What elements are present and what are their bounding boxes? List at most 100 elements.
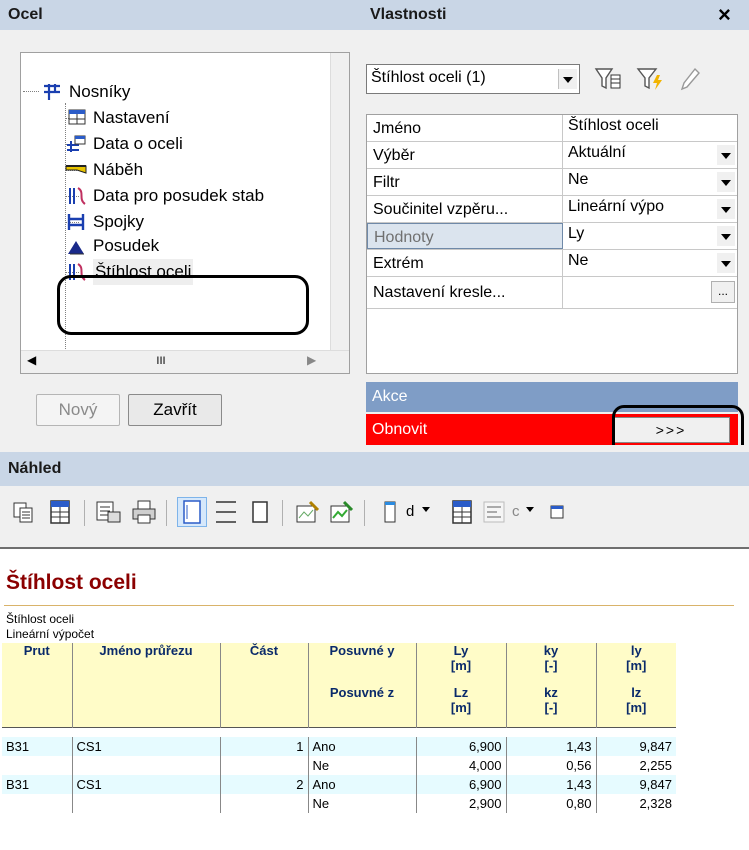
property-row-soucinitel-vzperu[interactable]: Součinitel vzpěru... Lineární výpo: [367, 196, 737, 223]
header-label: ky: [543, 643, 559, 658]
page-layout-icon[interactable]: [177, 497, 207, 527]
filter-lightning-icon[interactable]: [636, 66, 664, 92]
column-header-prut: Prut: [2, 643, 73, 685]
toolbar-separator: [84, 500, 85, 526]
table-row[interactable]: B31 CS1 2 Ano 6,900 1,43 9,847: [2, 775, 676, 794]
tree-vertical-scrollbar[interactable]: [330, 53, 349, 353]
property-value[interactable]: Ly: [565, 223, 737, 249]
table-row[interactable]: B31 CS1 1 Ano 6,900 1,43 9,847: [2, 737, 676, 756]
property-row-filtr[interactable]: Filtr Ne: [367, 169, 737, 196]
haunch-icon: [65, 165, 87, 174]
steel-tree[interactable]: Nosníky Nastavení Data o oceli Náběh Dat…: [20, 52, 350, 374]
property-row-extrem[interactable]: Extrém Ne: [367, 250, 737, 277]
property-value[interactable]: Ne: [565, 250, 737, 276]
property-value[interactable]: Ne: [565, 169, 737, 195]
cell-l: 9,847: [639, 739, 672, 754]
close-button[interactable]: Zavřít: [128, 394, 222, 426]
check-icon: [68, 241, 84, 255]
ellipsis-button[interactable]: ...: [711, 281, 735, 303]
edit-image-icon[interactable]: [294, 498, 322, 526]
toolbar-separator: [282, 500, 283, 526]
report-title: Štíhlost oceli: [6, 571, 137, 594]
chevron-down-icon[interactable]: [717, 253, 735, 273]
cell-L: 6,900: [416, 737, 507, 756]
style-combo[interactable]: d: [402, 500, 438, 526]
properties-panel-title: Vlastnosti: [362, 0, 749, 30]
column-header-iz: lz [m]: [596, 685, 676, 727]
cell-l: 9,847: [639, 777, 672, 792]
properties-grid: Jméno Štíhlost oceli Výběr Aktuální Filt…: [366, 114, 738, 374]
column-header-ly: Ly [m]: [416, 643, 507, 685]
cell-k: 0,56: [506, 756, 597, 775]
report-method: Lineární výpočet: [6, 627, 95, 641]
beam-structure-icon: [44, 84, 60, 100]
cell-cast: [220, 756, 309, 775]
blank-page-icon[interactable]: [246, 498, 274, 526]
pencil-icon[interactable]: [678, 66, 702, 92]
cell-jmeno: CS1: [72, 737, 221, 756]
property-row-jmeno[interactable]: Jméno Štíhlost oceli: [367, 115, 737, 142]
document-table-icon[interactable]: [46, 498, 74, 526]
header-label: kz: [544, 685, 558, 700]
chevron-down-icon[interactable]: [422, 507, 430, 512]
connectors-icon: [67, 214, 85, 230]
select-filter-icon[interactable]: [594, 66, 622, 92]
cell-k: 1,43: [506, 737, 597, 756]
annotation-highlight: [57, 275, 309, 335]
preview-panel-title: Náhled: [0, 452, 749, 486]
chevron-down-icon[interactable]: [526, 507, 534, 512]
report-subtitle: Štíhlost oceli: [6, 612, 75, 626]
property-row-nastaveni-kresleni[interactable]: Nastavení kresle... ...: [367, 277, 737, 309]
column-header-iy: ly [m]: [596, 643, 676, 685]
scroll-right-arrow-icon[interactable]: ▶: [307, 353, 316, 367]
layout-combo[interactable]: c: [508, 500, 542, 526]
property-row-vyber[interactable]: Výběr Aktuální: [367, 142, 737, 169]
header-unit: [m]: [626, 700, 647, 715]
table-spacer: [2, 727, 676, 737]
chevron-down-icon[interactable]: [558, 69, 577, 89]
tree-horizontal-scrollbar[interactable]: ◀ III ▶: [21, 350, 349, 373]
chevron-down-icon[interactable]: [717, 226, 735, 246]
cell-cast: 1: [220, 737, 309, 756]
header-label: Lz: [453, 685, 469, 700]
selected-object-label: Štíhlost oceli (1): [371, 69, 486, 86]
property-value[interactable]: Aktuální: [565, 142, 737, 168]
column-layout-icon[interactable]: [376, 498, 404, 526]
table-row[interactable]: Ne 4,000 0,56 2,255: [2, 756, 676, 775]
property-row-hodnoty[interactable]: Hodnoty Ly: [367, 223, 737, 250]
properties-object-select[interactable]: Štíhlost oceli (1): [366, 64, 580, 94]
printer-icon[interactable]: [130, 498, 158, 526]
table-settings-icon[interactable]: [448, 498, 476, 526]
edit-image-active-icon[interactable]: [328, 498, 356, 526]
cell-L: 6,900: [416, 775, 507, 794]
column-header-ky: ky [-]: [506, 643, 597, 685]
scroll-left-arrow-icon[interactable]: ◀: [27, 353, 36, 367]
fit-height-icon[interactable]: [212, 498, 240, 526]
chevron-down-icon[interactable]: [717, 172, 735, 192]
table-spacer-row: [2, 727, 676, 737]
cell-cast: 2: [220, 775, 309, 794]
table-row[interactable]: Ne 2,900 0,80 2,328: [2, 794, 676, 813]
preview-document[interactable]: Štíhlost oceli Štíhlost oceli Lineární v…: [0, 547, 749, 850]
property-name: Výběr: [367, 142, 563, 168]
cell-L: 2,900: [416, 794, 507, 813]
chevron-down-icon[interactable]: [717, 145, 735, 165]
close-icon[interactable]: ×: [718, 0, 731, 30]
header-spacer: [220, 685, 309, 727]
property-value[interactable]: Lineární výpo: [565, 196, 715, 222]
list-layout-icon[interactable]: [480, 498, 508, 526]
column-header-kz: kz [-]: [506, 685, 597, 727]
property-name: Jméno: [367, 115, 563, 141]
scroll-thumb[interactable]: III: [81, 354, 241, 368]
refresh-label: Obnovit: [372, 421, 428, 438]
property-value[interactable]: Štíhlost oceli: [565, 115, 737, 141]
cell-posuvne: Ano: [308, 775, 417, 794]
property-name: Nastavení kresle...: [367, 277, 563, 308]
chevron-down-icon[interactable]: [717, 199, 735, 219]
column-header-lz: Lz [m]: [416, 685, 507, 727]
print-preview-icon[interactable]: [94, 498, 122, 526]
new-button[interactable]: Nový: [36, 394, 120, 426]
cell-l: 2,255: [639, 758, 672, 773]
extra-toolbar-icon[interactable]: [548, 498, 564, 526]
copy-icon[interactable]: [10, 498, 38, 526]
